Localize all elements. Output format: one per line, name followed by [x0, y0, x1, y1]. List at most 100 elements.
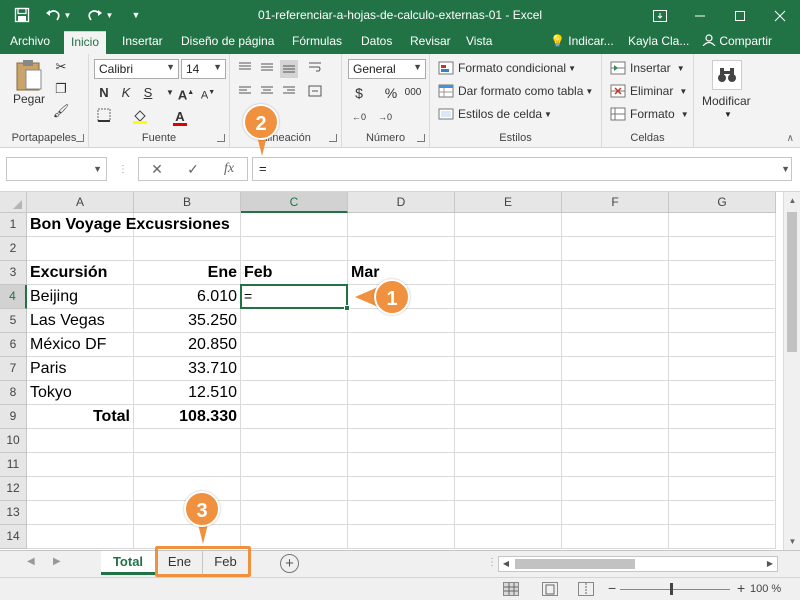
cell-f3[interactable] — [562, 261, 669, 285]
tell-me[interactable]: 💡 Indicar... — [550, 31, 614, 54]
cell-f4[interactable] — [562, 285, 669, 309]
cell-e13[interactable] — [455, 501, 562, 525]
horizontal-scroll-thumb[interactable] — [515, 559, 635, 569]
cell-f6[interactable] — [562, 333, 669, 357]
close-icon[interactable] — [760, 0, 800, 31]
conditional-formatting-button[interactable]: Formato condicional ▼ — [438, 61, 576, 75]
cell-f5[interactable] — [562, 309, 669, 333]
cell-g8[interactable] — [669, 381, 776, 405]
format-painter-icon[interactable]: 🖌 — [52, 102, 70, 120]
font-color-icon[interactable]: A — [171, 108, 189, 126]
align-middle-icon[interactable] — [258, 60, 276, 78]
cell-a1[interactable]: Bon Voyage Excusrsiones — [27, 213, 230, 237]
tab-splitter-icon[interactable]: ⋮ — [487, 557, 497, 568]
column-header-g[interactable]: G — [669, 192, 776, 213]
cell-d14[interactable] — [348, 525, 455, 549]
sheet-tab-total[interactable]: Total — [101, 551, 156, 575]
cell-g4[interactable] — [669, 285, 776, 309]
column-header-a[interactable]: A — [27, 192, 134, 213]
align-right-icon[interactable] — [280, 84, 298, 102]
tab-data[interactable]: Datos — [354, 31, 399, 54]
align-top-icon[interactable] — [236, 60, 254, 78]
row-header-5[interactable]: 5 — [0, 309, 27, 333]
row-header-9[interactable]: 9 — [0, 405, 27, 429]
vertical-scroll-thumb[interactable] — [787, 212, 797, 352]
cell-f14[interactable] — [562, 525, 669, 549]
collapse-ribbon-icon[interactable]: ∧ — [787, 133, 794, 144]
cell-b1[interactable] — [134, 213, 241, 237]
zoom-level[interactable]: 100 % — [750, 583, 781, 595]
scroll-right-icon[interactable]: ▶ — [763, 557, 777, 571]
delete-cells-button[interactable]: Eliminar ▼ — [610, 84, 687, 98]
cell-a12[interactable] — [27, 477, 134, 501]
cell-c11[interactable] — [241, 453, 348, 477]
cell-a4[interactable]: Beijing — [27, 285, 134, 309]
cell-d7[interactable] — [348, 357, 455, 381]
row-header-8[interactable]: 8 — [0, 381, 27, 405]
cell-a11[interactable] — [27, 453, 134, 477]
font-launcher-icon[interactable] — [217, 134, 225, 142]
cell-f10[interactable] — [562, 429, 669, 453]
cell-d9[interactable] — [348, 405, 455, 429]
cell-c1[interactable] — [241, 213, 348, 237]
cell-d1[interactable] — [348, 213, 455, 237]
ribbon-display-options-icon[interactable] — [640, 0, 680, 31]
cell-e11[interactable] — [455, 453, 562, 477]
column-header-e[interactable]: E — [455, 192, 562, 213]
cell-a9[interactable]: Total — [27, 405, 134, 429]
align-left-icon[interactable] — [236, 84, 254, 102]
borders-icon[interactable] — [95, 108, 113, 126]
tab-review[interactable]: Revisar — [403, 31, 458, 54]
user-name[interactable]: Kayla Cla... — [628, 31, 689, 54]
cell-c8[interactable] — [241, 381, 348, 405]
row-header-14[interactable]: 14 — [0, 525, 27, 549]
cell-g10[interactable] — [669, 429, 776, 453]
cell-b4[interactable]: 6.010 — [134, 285, 241, 309]
format-cells-button[interactable]: Formato ▼ — [610, 107, 689, 121]
cell-b5[interactable]: 35.250 — [134, 309, 241, 333]
prev-sheet-icon[interactable]: ◀ — [27, 556, 35, 567]
zoom-out-icon[interactable]: − — [608, 580, 616, 596]
grow-font-icon[interactable]: A▲ — [177, 84, 195, 102]
cell-g5[interactable] — [669, 309, 776, 333]
cell-g14[interactable] — [669, 525, 776, 549]
scroll-up-icon[interactable]: ▲ — [784, 192, 800, 209]
cell-a5[interactable]: Las Vegas — [27, 309, 134, 333]
insert-cells-button[interactable]: Insertar ▼ — [610, 61, 685, 75]
cell-c5[interactable] — [241, 309, 348, 333]
zoom-slider-track[interactable] — [620, 589, 730, 590]
align-center-icon[interactable] — [258, 84, 276, 102]
cell-c14[interactable] — [241, 525, 348, 549]
cell-a10[interactable] — [27, 429, 134, 453]
cell-g2[interactable] — [669, 237, 776, 261]
increase-decimal-icon[interactable]: ←0 — [350, 108, 368, 126]
editing-group[interactable]: Modificar ▼ ∧ — [694, 54, 800, 148]
cell-f8[interactable] — [562, 381, 669, 405]
customize-qat-icon[interactable]: ▼ — [122, 4, 150, 26]
tab-formulas[interactable]: Fórmulas — [285, 31, 349, 54]
alignment-launcher-icon[interactable] — [329, 134, 337, 142]
cell-f1[interactable] — [562, 213, 669, 237]
cell-a14[interactable] — [27, 525, 134, 549]
merge-center-icon[interactable] — [306, 84, 324, 102]
shrink-font-icon[interactable]: A▼ — [199, 84, 217, 102]
share-button[interactable]: Compartir — [702, 31, 772, 54]
cell-a13[interactable] — [27, 501, 134, 525]
cell-d13[interactable] — [348, 501, 455, 525]
cell-c10[interactable] — [241, 429, 348, 453]
fill-handle[interactable] — [344, 305, 350, 311]
cell-a3[interactable]: Excursión — [27, 261, 134, 285]
cut-icon[interactable]: ✂ — [52, 58, 70, 76]
cell-f7[interactable] — [562, 357, 669, 381]
cell-c2[interactable] — [241, 237, 348, 261]
cell-e8[interactable] — [455, 381, 562, 405]
scroll-left-icon[interactable]: ◀ — [499, 557, 513, 571]
tab-insert[interactable]: Insertar — [115, 31, 170, 54]
cell-b3[interactable]: Ene — [134, 261, 241, 285]
align-bottom-icon[interactable] — [280, 60, 298, 78]
maximize-icon[interactable] — [720, 0, 760, 31]
bold-button[interactable]: N — [95, 84, 113, 102]
cancel-formula-button[interactable]: ✕ — [139, 161, 175, 178]
cell-g1[interactable] — [669, 213, 776, 237]
zoom-in-icon[interactable]: + — [737, 580, 745, 596]
